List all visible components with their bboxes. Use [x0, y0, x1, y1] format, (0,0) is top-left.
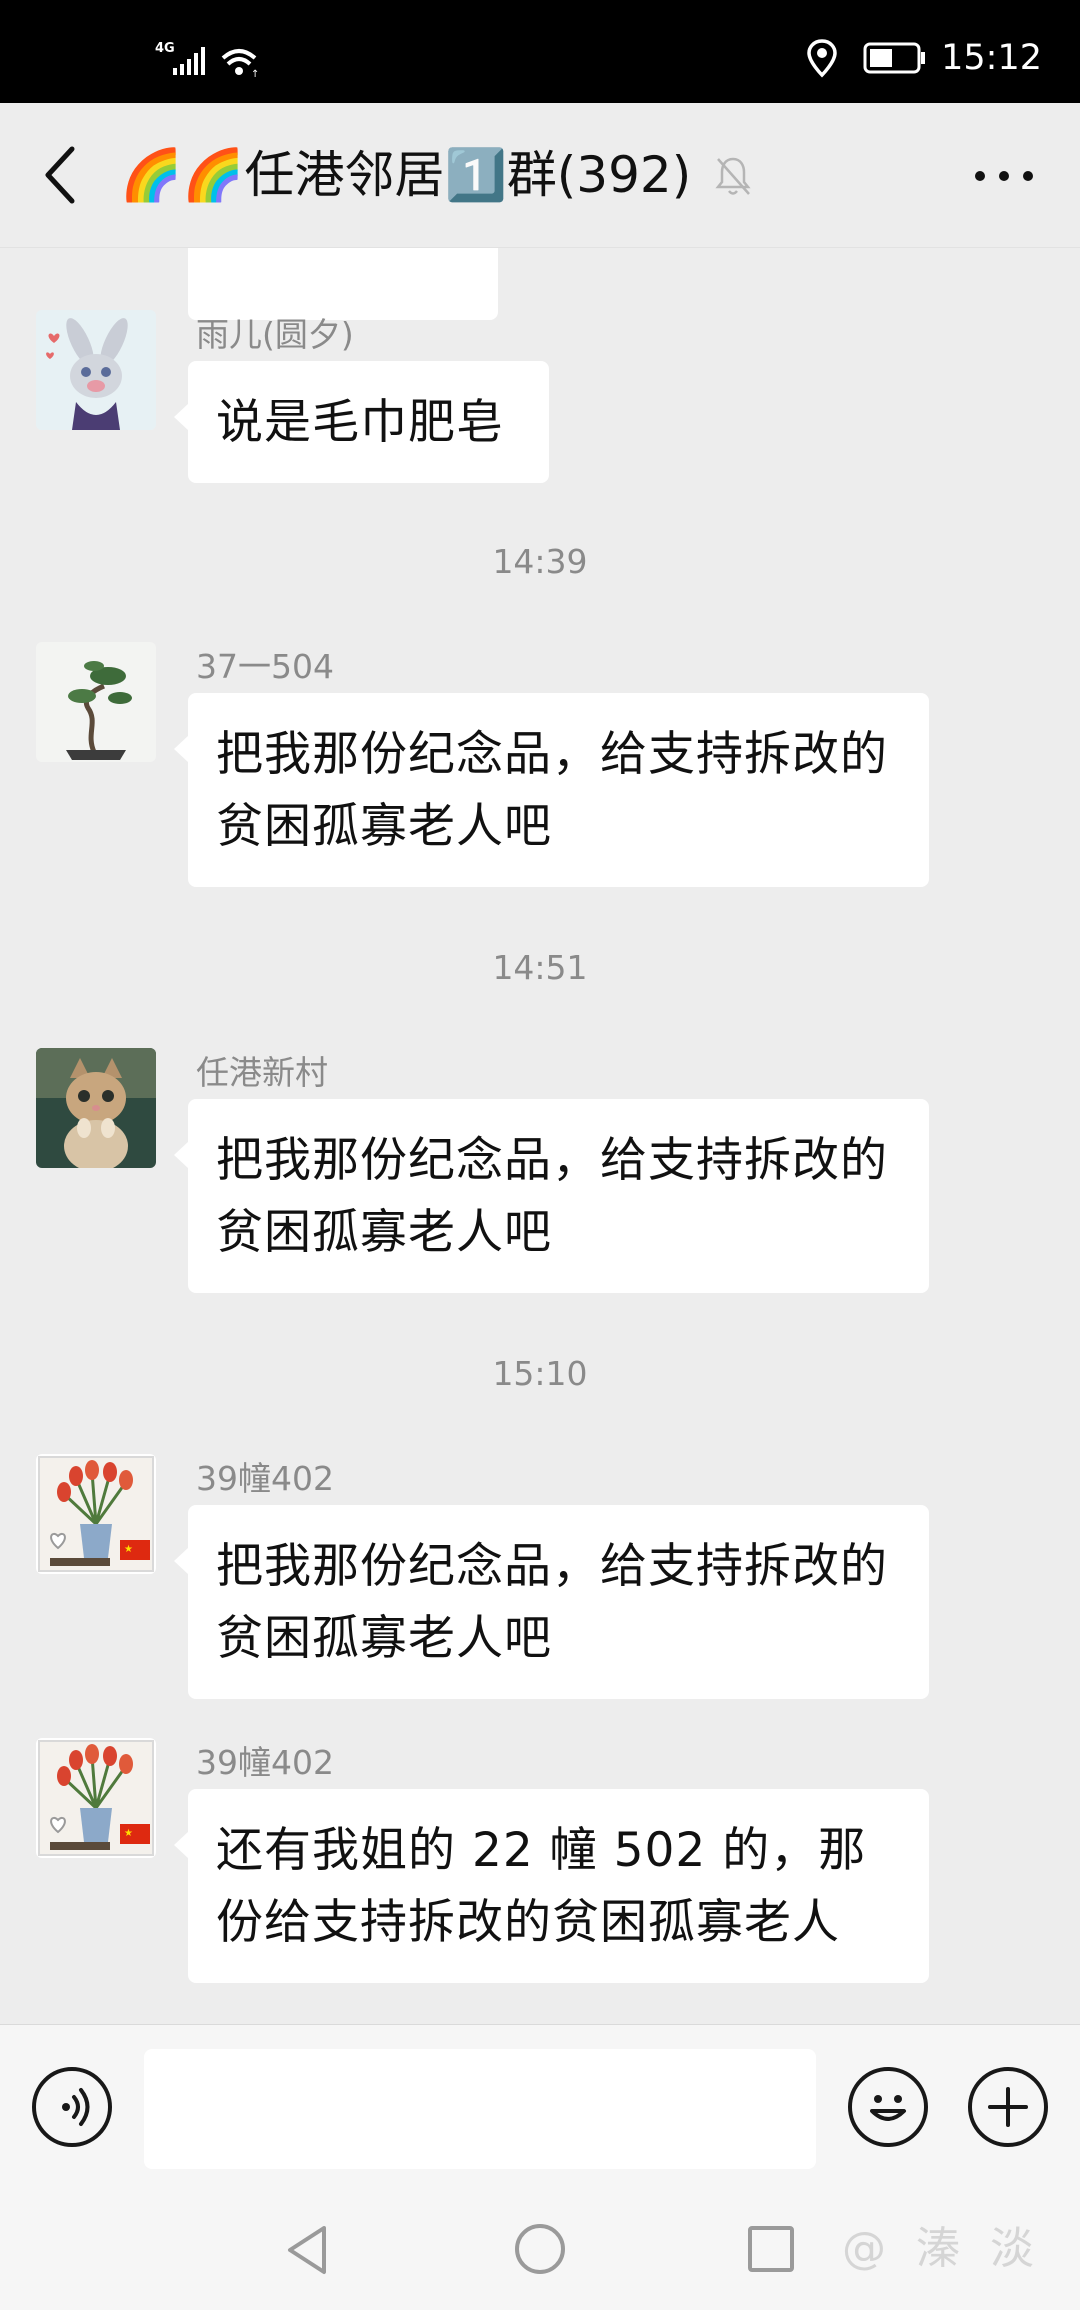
sender-name: 39幢402: [196, 1459, 334, 1498]
system-nav-bar: @ 溱 淡: [0, 2188, 1080, 2310]
avatar[interactable]: [36, 1048, 156, 1168]
avatar[interactable]: ★: [36, 1454, 156, 1574]
back-icon: [45, 146, 75, 204]
network-indicators: 4G ↑: [155, 38, 265, 80]
status-bar: 4G ↑ 15:12: [0, 0, 1080, 103]
message-bubble[interactable]: 把我那份纪念品，给支持拆改的贫困孤寡老人吧: [174, 693, 929, 887]
sender-name: 任港新村: [196, 1053, 328, 1092]
signal-icon: 4G ↑: [155, 41, 259, 80]
kitten-avatar-icon: [36, 1048, 156, 1168]
tulips-avatar-icon: ★: [36, 1738, 156, 1858]
timestamp: 14:39: [492, 542, 588, 581]
sender-name: 39幢402: [196, 1743, 334, 1782]
svg-text:4G: 4G: [155, 41, 175, 56]
message-input-bar: [0, 2024, 1080, 2189]
svg-text:↑: ↑: [251, 69, 259, 78]
more-icon: [975, 171, 1033, 181]
message-text: 把我那份纪念品，给支持拆改的贫困孤寡老人吧: [216, 727, 888, 854]
system-indicators: 15:12: [805, 34, 1042, 82]
message-bubble[interactable]: 把我那份纪念品，给支持拆改的贫困孤寡老人吧: [174, 1099, 929, 1293]
plus-icon: [988, 2087, 1028, 2127]
sender-name: 雨儿(圆夕): [196, 315, 354, 354]
voice-button[interactable]: [32, 2067, 112, 2147]
location-icon: [807, 39, 837, 78]
svg-text:★: ★: [124, 1544, 133, 1555]
watermark: @ 溱 淡: [842, 2223, 1042, 2274]
bell-off-icon: [713, 154, 753, 198]
message-text: 把我那份纪念品，给支持拆改的贫困孤寡老人吧: [216, 1539, 888, 1666]
emoji-button[interactable]: [848, 2067, 928, 2147]
bonsai-avatar-icon: [36, 642, 156, 762]
nav-back-icon[interactable]: [282, 2222, 332, 2278]
bunny-avatar-icon: [36, 310, 156, 430]
sender-name: 37一504: [196, 647, 334, 686]
emoji-icon: [870, 2095, 906, 2121]
avatar[interactable]: ★: [36, 1738, 156, 1858]
more-button[interactable]: [968, 154, 1040, 198]
timestamp: 14:51: [492, 948, 588, 987]
message-bubble[interactable]: 说是毛巾肥皂: [174, 361, 549, 483]
message-bubble[interactable]: 还有我姐的 22 幢 502 的，那份给支持拆改的贫困孤寡老人: [174, 1789, 929, 1983]
message-text: 说是毛巾肥皂: [216, 395, 504, 450]
chat-header: 🌈🌈任港邻居1️⃣群(392): [0, 103, 1080, 248]
message-input[interactable]: [144, 2049, 816, 2169]
tulips-avatar-icon: ★: [36, 1454, 156, 1574]
message-list[interactable]: 雨儿(圆夕) 说是毛巾肥皂 14:39 37一504 把我那份纪念品，给支持拆改…: [0, 248, 1080, 2024]
nav-recents-icon[interactable]: [746, 2224, 796, 2274]
plus-button[interactable]: [968, 2067, 1048, 2147]
avatar[interactable]: [36, 310, 156, 430]
message-bubble[interactable]: 把我那份纪念品，给支持拆改的贫困孤寡老人吧: [174, 1505, 929, 1699]
svg-text:★: ★: [124, 1828, 133, 1839]
clock: 15:12: [941, 38, 1042, 78]
voice-icon: [62, 2088, 90, 2126]
timestamp: 15:10: [492, 1354, 588, 1393]
battery-icon: [863, 42, 926, 74]
message-text: 把我那份纪念品，给支持拆改的贫困孤寡老人吧: [216, 1133, 888, 1260]
nav-home-icon[interactable]: [513, 2222, 567, 2276]
chat-title[interactable]: 🌈🌈任港邻居1️⃣群(392): [120, 139, 691, 211]
message-text: 还有我姐的 22 幢 502 的，那份给支持拆改的贫困孤寡老人: [216, 1823, 867, 1950]
back-button[interactable]: [36, 139, 84, 211]
avatar[interactable]: [36, 642, 156, 762]
